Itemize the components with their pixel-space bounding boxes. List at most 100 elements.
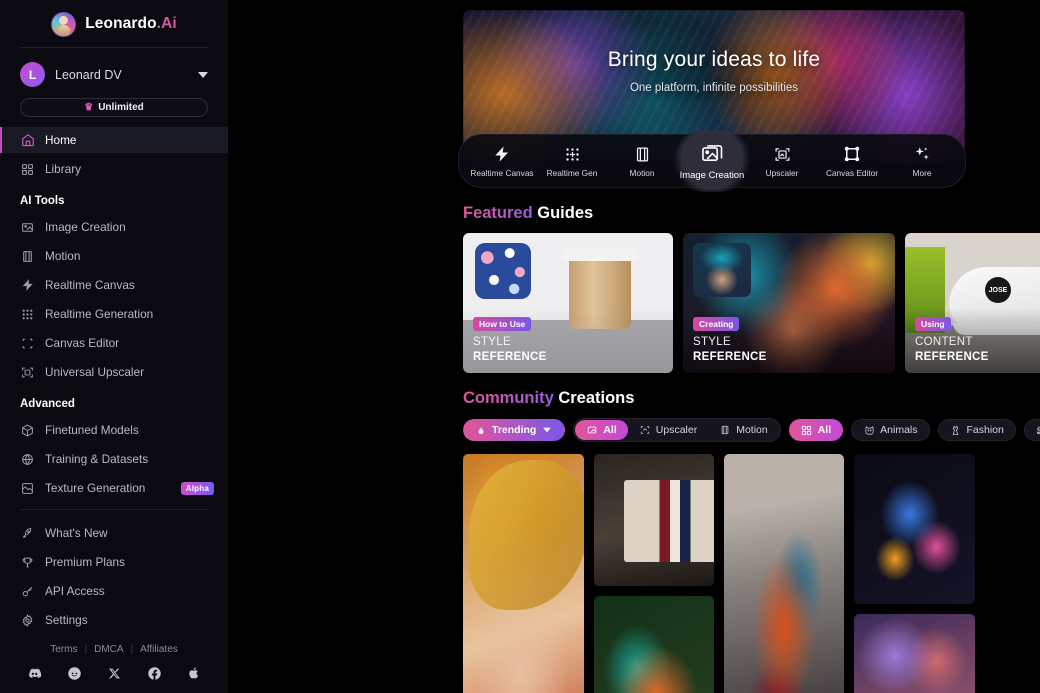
apple-icon[interactable] bbox=[186, 665, 202, 681]
category-filter-scroller[interactable]: All Animals Fashion bbox=[788, 419, 1040, 441]
guide-caption: Using CONTENT REFERENCE bbox=[905, 308, 1040, 373]
sidebar-item-image-creation[interactable]: Image Creation bbox=[0, 214, 228, 240]
guide-line1: STYLE bbox=[693, 336, 731, 349]
sidebar-item-training-datasets[interactable]: Training & Datasets bbox=[0, 446, 228, 472]
gallery-item[interactable] bbox=[853, 614, 975, 693]
trophy-icon bbox=[20, 555, 35, 570]
cat-icon bbox=[863, 424, 875, 436]
facebook-icon[interactable] bbox=[146, 665, 162, 681]
category-chip-animals[interactable]: Animals bbox=[851, 419, 930, 441]
community-gallery bbox=[463, 454, 1040, 693]
sidebar-item-api-access[interactable]: API Access bbox=[0, 578, 228, 604]
type-chip-label: All bbox=[603, 424, 617, 436]
user-name: Leonard DV bbox=[55, 67, 122, 82]
sidebar-item-realtime-canvas[interactable]: Realtime Canvas bbox=[0, 272, 228, 298]
sparkles-icon bbox=[912, 144, 932, 164]
tool-dock-wrapper: Realtime Canvas Realtime Gen Motion Imag… bbox=[228, 130, 1040, 192]
dock-item-label: Realtime Canvas bbox=[470, 168, 534, 178]
category-chip-food[interactable]: Food bbox=[1023, 419, 1040, 441]
sidebar-section-advanced: Advanced bbox=[20, 398, 75, 411]
upscale-icon bbox=[772, 144, 792, 164]
dock-item-canvas-editor[interactable]: Canvas Editor bbox=[817, 134, 887, 188]
dots-grid-icon bbox=[20, 307, 35, 322]
guide-card-content-reference[interactable]: JOSE Using CONTENT REFERENCE bbox=[905, 233, 1040, 373]
grid-icon bbox=[20, 162, 35, 177]
sort-chip-trending[interactable]: Trending bbox=[463, 419, 566, 441]
reddit-icon[interactable] bbox=[66, 665, 82, 681]
gallery-item[interactable] bbox=[594, 596, 714, 693]
heading-accent: Community bbox=[463, 389, 554, 407]
divider: | bbox=[84, 644, 88, 655]
heading-rest: Creations bbox=[553, 389, 635, 407]
plan-badge[interactable]: ♛ Unlimited bbox=[20, 98, 208, 118]
dock-item-realtime-gen[interactable]: Realtime Gen bbox=[537, 134, 607, 188]
sidebar-item-label: Motion bbox=[45, 249, 81, 264]
gallery-item[interactable] bbox=[594, 454, 714, 586]
flame-icon bbox=[475, 424, 487, 436]
sidebar-item-texture-generation[interactable]: Texture Generation Alpha bbox=[0, 475, 228, 501]
type-chip-upscaler[interactable]: Upscaler bbox=[628, 420, 708, 440]
sidebar-item-realtime-generation[interactable]: Realtime Generation bbox=[0, 301, 228, 327]
sidebar-item-whats-new[interactable]: What's New bbox=[0, 520, 228, 546]
gallery-item[interactable] bbox=[724, 454, 844, 693]
chevron-down-icon[interactable] bbox=[198, 71, 208, 78]
type-filter-group: All Upscaler Motion bbox=[573, 418, 781, 442]
category-chip-all[interactable]: All bbox=[788, 419, 844, 441]
grid-icon bbox=[801, 424, 813, 436]
sidebar-item-home[interactable]: Home bbox=[0, 127, 228, 154]
sidebar-item-canvas-editor[interactable]: Canvas Editor bbox=[0, 330, 228, 356]
home-icon bbox=[20, 133, 35, 148]
brand-logo[interactable]: Leonardo.Ai bbox=[0, 0, 228, 44]
sidebar-item-settings[interactable]: Settings bbox=[0, 607, 228, 633]
gallery-item[interactable] bbox=[853, 454, 975, 604]
sidebar-item-universal-upscaler[interactable]: Universal Upscaler bbox=[0, 359, 228, 385]
dock-item-motion[interactable]: Motion bbox=[607, 134, 677, 188]
image-icon bbox=[20, 220, 35, 235]
upscale-icon bbox=[20, 365, 35, 380]
plan-label: Unlimited bbox=[98, 102, 144, 114]
guide-caption: Creating STYLE REFERENCE bbox=[683, 308, 895, 373]
dock-item-realtime-canvas[interactable]: Realtime Canvas bbox=[467, 134, 537, 188]
guide-card-style-reference-creating[interactable]: Creating STYLE REFERENCE bbox=[683, 233, 895, 373]
sidebar-item-faq-help[interactable]: FAQ & Help bbox=[0, 636, 228, 644]
film-icon bbox=[632, 144, 652, 164]
sidebar-item-label: Image Creation bbox=[45, 220, 126, 235]
dock-item-upscaler[interactable]: Upscaler bbox=[747, 134, 817, 188]
sidebar-item-label: Training & Datasets bbox=[45, 452, 149, 467]
sidebar-item-label: Realtime Canvas bbox=[45, 278, 135, 293]
sidebar: Leonardo.Ai L Leonard DV ♛ Unlimited Hom… bbox=[0, 0, 228, 693]
guide-line2: REFERENCE bbox=[915, 350, 989, 363]
type-chip-all[interactable]: All bbox=[575, 420, 628, 440]
sidebar-item-library[interactable]: Library bbox=[0, 156, 228, 182]
affiliates-link[interactable]: Affiliates bbox=[140, 644, 178, 655]
heading-accent: Featured bbox=[463, 204, 533, 222]
sidebar-section-ai-tools: AI Tools bbox=[20, 195, 65, 208]
gear-icon bbox=[20, 613, 35, 628]
dock-item-label: More bbox=[912, 168, 932, 178]
dock-item-label: Canvas Editor bbox=[825, 168, 879, 178]
guide-line1: STYLE bbox=[473, 336, 511, 349]
dock-item-image-creation[interactable]: Image Creation bbox=[672, 130, 752, 192]
dock-item-more[interactable]: More bbox=[887, 134, 957, 188]
brand-name: Leonardo.Ai bbox=[85, 15, 177, 33]
user-menu[interactable]: L Leonard DV bbox=[20, 59, 208, 90]
guide-tag: Using bbox=[915, 317, 951, 332]
sidebar-item-motion[interactable]: Motion bbox=[0, 243, 228, 269]
dmca-link[interactable]: DMCA bbox=[94, 644, 123, 655]
cube-icon bbox=[20, 423, 35, 438]
social-links bbox=[20, 665, 208, 681]
terms-link[interactable]: Terms bbox=[50, 644, 77, 655]
hero-text: Bring your ideas to life One platform, i… bbox=[463, 10, 965, 94]
brand-avatar-icon bbox=[51, 11, 77, 37]
sidebar-item-finetuned-models[interactable]: Finetuned Models bbox=[0, 417, 228, 443]
sidebar-item-label: Realtime Generation bbox=[45, 307, 154, 322]
sidebar-item-premium-plans[interactable]: Premium Plans bbox=[0, 549, 228, 575]
discord-icon[interactable] bbox=[26, 665, 42, 681]
x-icon[interactable] bbox=[106, 665, 122, 681]
guide-card-style-reference-howto[interactable]: How to Use STYLE REFERENCE bbox=[463, 233, 673, 373]
gallery-item[interactable] bbox=[463, 454, 585, 693]
type-chip-motion[interactable]: Motion bbox=[708, 420, 779, 440]
images-icon bbox=[701, 142, 724, 165]
category-chip-fashion[interactable]: Fashion bbox=[937, 419, 1016, 441]
category-chip-label: Fashion bbox=[966, 424, 1004, 436]
